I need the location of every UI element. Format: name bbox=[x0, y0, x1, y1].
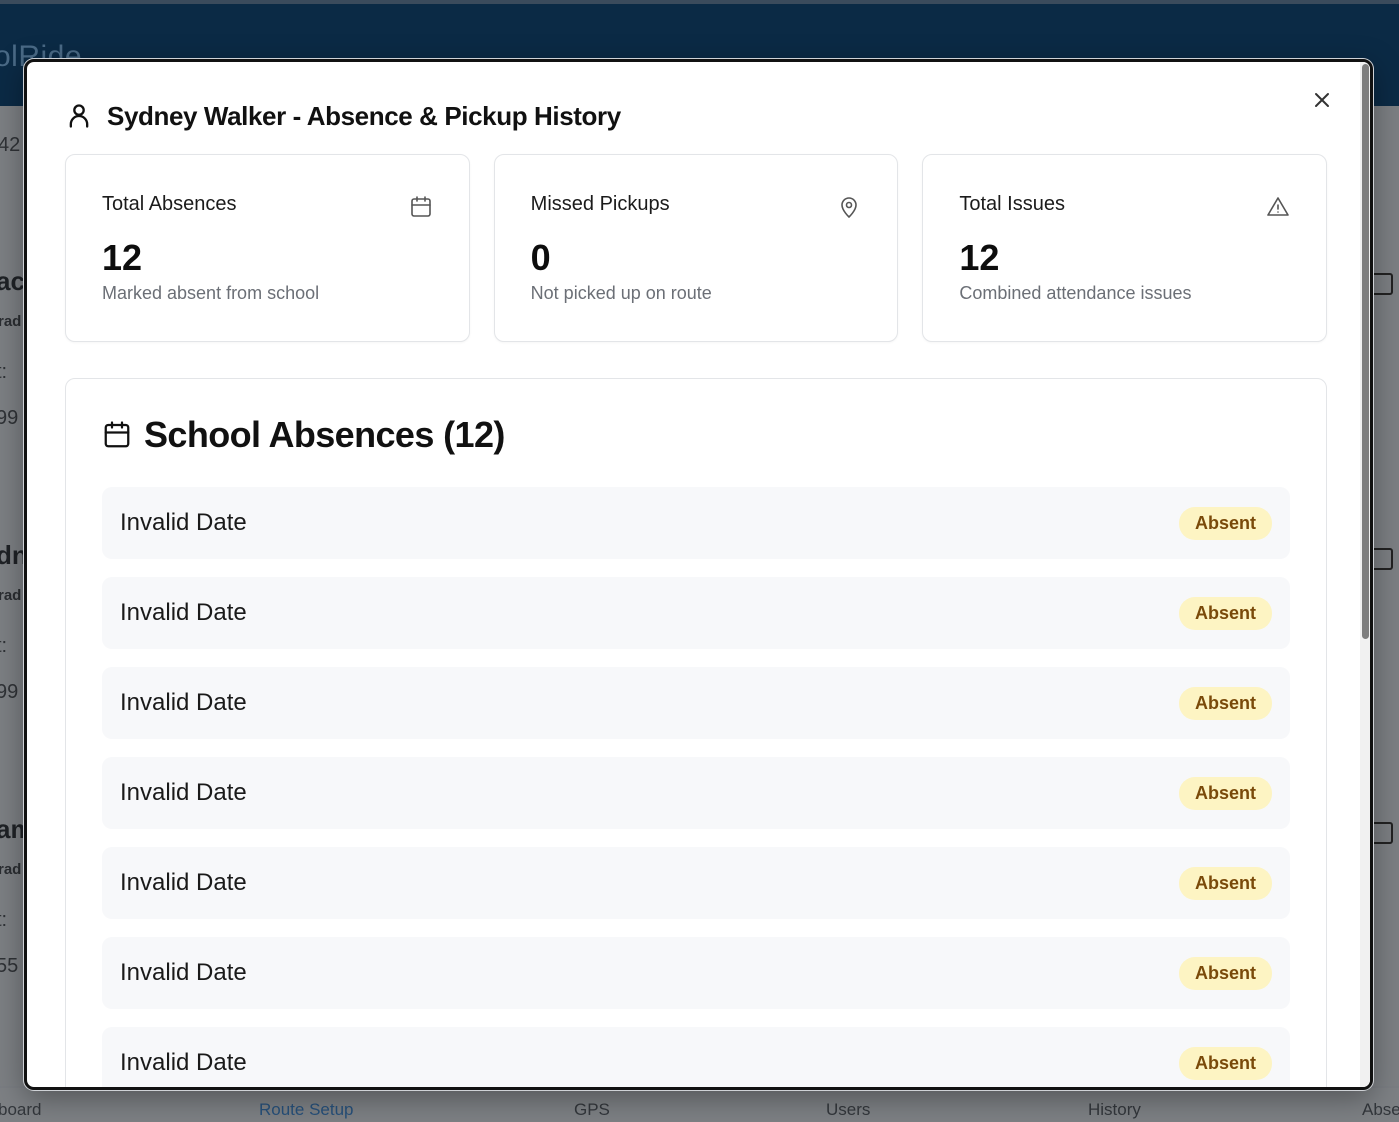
list-item: Invalid Date Absent bbox=[102, 757, 1290, 829]
close-icon[interactable] bbox=[1310, 88, 1334, 112]
absence-date: Invalid Date bbox=[120, 869, 247, 896]
status-badge: Absent bbox=[1178, 956, 1272, 990]
absence-date: Invalid Date bbox=[120, 1049, 247, 1076]
list-item: Invalid Date Absent bbox=[102, 577, 1290, 649]
calendar-icon bbox=[104, 421, 130, 448]
bg-text: 99 bbox=[0, 407, 19, 429]
modal-scrollbar[interactable] bbox=[1360, 62, 1370, 1087]
scrollbar-thumb[interactable] bbox=[1362, 64, 1369, 639]
edit-icon[interactable] bbox=[1371, 822, 1393, 844]
stat-description: Marked absent from school bbox=[102, 283, 320, 303]
stat-description: Combined attendance issues bbox=[959, 283, 1192, 303]
map-pin-icon bbox=[841, 197, 858, 218]
user-icon bbox=[69, 104, 89, 128]
bg-text: rad bbox=[0, 861, 22, 878]
stat-value: 12 bbox=[959, 237, 1000, 278]
status-badge: Absent bbox=[1178, 596, 1272, 630]
bg-text: t: bbox=[0, 635, 8, 657]
edit-icon[interactable] bbox=[1371, 273, 1393, 295]
stat-card-missed-pickups: Missed Pickups 0 Not picked up on route bbox=[493, 154, 899, 342]
list-item: Invalid Date Absent bbox=[102, 847, 1290, 919]
bg-text: t: bbox=[0, 361, 8, 383]
edit-icon[interactable] bbox=[1371, 548, 1393, 570]
stat-value: 12 bbox=[102, 237, 143, 278]
absence-date: Invalid Date bbox=[120, 689, 247, 716]
absence-date: Invalid Date bbox=[120, 509, 247, 536]
alert-triangle-icon bbox=[1267, 197, 1289, 216]
stat-value: 0 bbox=[530, 237, 551, 278]
bg-text: rad bbox=[0, 587, 22, 604]
nav-item-route-setup[interactable]: Route Setup bbox=[259, 1100, 354, 1120]
modal-header: Sydney Walker - Absence & Pickup History bbox=[65, 98, 621, 134]
modal-title: Sydney Walker - Absence & Pickup History bbox=[107, 100, 621, 131]
nav-item-users[interactable]: Users bbox=[826, 1100, 870, 1120]
nav-item-gps[interactable]: GPS bbox=[574, 1100, 610, 1120]
stats-row: Total Absences 12 Marked absent from sch… bbox=[65, 154, 1328, 342]
nav-item-absences[interactable]: Abse bbox=[1362, 1100, 1399, 1120]
bottom-nav bbox=[0, 1088, 1399, 1122]
absence-list: Invalid Date Absent Invalid Date Absent … bbox=[102, 487, 1290, 1087]
section-header: School Absences (12) bbox=[102, 413, 505, 457]
stat-label: Missed Pickups bbox=[530, 193, 670, 215]
school-absences-section: School Absences (12) Invalid Date Absent… bbox=[65, 378, 1327, 1087]
section-title: School Absences (12) bbox=[144, 414, 505, 455]
list-item: Invalid Date Absent bbox=[102, 667, 1290, 739]
bg-text: rad bbox=[0, 313, 22, 330]
absence-history-modal: Sydney Walker - Absence & Pickup History… bbox=[24, 59, 1373, 1090]
absence-date: Invalid Date bbox=[120, 959, 247, 986]
bg-text: t: bbox=[0, 909, 8, 931]
list-item: Invalid Date Absent bbox=[102, 487, 1290, 559]
status-badge: Absent bbox=[1178, 686, 1272, 720]
calendar-icon bbox=[410, 196, 431, 217]
absence-date: Invalid Date bbox=[120, 779, 247, 806]
bg-text: 99 bbox=[0, 681, 19, 703]
nav-item-history[interactable]: History bbox=[1088, 1100, 1141, 1120]
status-badge: Absent bbox=[1178, 776, 1272, 810]
stat-card-total-absences: Total Absences 12 Marked absent from sch… bbox=[65, 154, 470, 342]
bg-text: ac bbox=[0, 266, 25, 296]
absence-date: Invalid Date bbox=[120, 599, 247, 626]
stat-label: Total Issues bbox=[959, 193, 1065, 215]
nav-item-dashboard[interactable]: board bbox=[0, 1100, 41, 1120]
status-badge: Absent bbox=[1178, 1046, 1272, 1080]
bg-text: 42 bbox=[0, 134, 21, 156]
status-badge: Absent bbox=[1178, 506, 1272, 540]
stat-card-total-issues: Total Issues 12 Combined attendance issu… bbox=[922, 154, 1328, 342]
bg-text: 55 bbox=[0, 955, 19, 977]
list-item: Invalid Date Absent bbox=[102, 937, 1290, 1009]
stat-label: Total Absences bbox=[102, 193, 237, 215]
list-item: Invalid Date Absent bbox=[102, 1027, 1290, 1087]
stat-description: Not picked up on route bbox=[530, 283, 712, 303]
status-badge: Absent bbox=[1178, 866, 1272, 900]
